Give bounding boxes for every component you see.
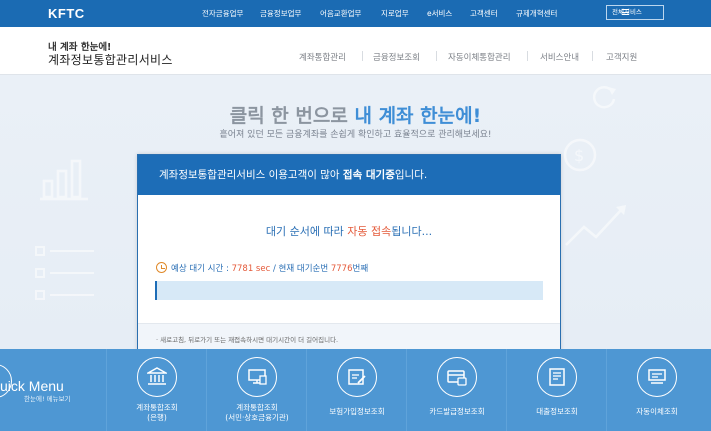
queue-order-prefix: 대기 순서에 따라	[265, 225, 348, 238]
quick-item-label: 자동이체조회	[607, 407, 707, 417]
nav-customer-support[interactable]: 고객지원	[606, 51, 637, 63]
topnav-e-service[interactable]: e서비스	[427, 8, 452, 19]
queue-label: / 현재 대기순번	[270, 264, 331, 274]
auto-connect-text: 자동 접속	[347, 225, 392, 238]
quick-item-line2: (서민·상호금융기관)	[225, 413, 289, 422]
coin-illustration-icon: $	[563, 138, 597, 172]
quick-item-auto-transfer[interactable]: 자동이체조회	[606, 349, 706, 431]
dialog-header-prefix: 계좌정보통합관리서비스 이용고객이 많아	[159, 169, 343, 181]
quick-item-insurance[interactable]: 보험가입정보조회	[306, 349, 406, 431]
nav-financial-info-lookup[interactable]: 금융정보조회	[373, 51, 420, 63]
topnav-financial-info[interactable]: 금융정보업무	[260, 8, 301, 19]
site-header: 내 계좌 한눈에! 계좌정보통합관리서비스 계좌통합관리 금융정보조회 자동이체…	[0, 27, 711, 75]
quick-item-label: 계좌통합조회 (은행)	[107, 403, 207, 423]
nav-account-management[interactable]: 계좌통합관리	[299, 51, 346, 63]
dialog-header-status: 접속 대기중	[342, 169, 395, 181]
quick-item-line1: 카드발급정보조회	[429, 407, 485, 416]
quick-item-line1: 계좌통합조회	[236, 403, 278, 412]
nav-service-guide[interactable]: 서비스안내	[540, 51, 579, 63]
quick-menu-title: uick Menu	[0, 378, 64, 394]
quick-item-line1: 계좌통합조회	[136, 403, 178, 412]
auto-transfer-icon	[637, 357, 677, 397]
nav-auto-transfer-management[interactable]: 자동이체통합관리	[448, 51, 511, 63]
hero-subtitle: 흩어져 있던 모든 금융계좌를 손쉽게 확인하고 효율적으로 관리해보세요!	[219, 130, 492, 140]
topnav-giro[interactable]: 지로업무	[381, 8, 409, 19]
loan-document-icon	[537, 357, 577, 397]
quick-item-card[interactable]: 카드발급정보조회	[406, 349, 506, 431]
wait-time-value: 7781 sec	[231, 264, 271, 274]
insurance-icon	[337, 357, 377, 397]
nav-divider	[362, 51, 363, 61]
hero-title-prefix: 클릭 한 번으로	[229, 105, 355, 127]
bank-icon	[137, 357, 177, 397]
quick-item-label: 카드발급정보조회	[407, 407, 507, 417]
nav-divider	[436, 51, 437, 61]
waiting-queue-dialog: 계좌정보통합관리서비스 이용고객이 많아 접속 대기중입니다. 대기 순서에 따…	[137, 154, 561, 356]
quick-item-line1: 보험가입정보조회	[329, 407, 385, 416]
queue-suffix: 번째	[352, 264, 369, 274]
quick-item-loan[interactable]: 대출정보조회	[506, 349, 606, 431]
queue-progress-fill	[155, 281, 157, 300]
growth-chart-illustration-icon	[565, 205, 626, 246]
wait-time-label: 예상 대기 시간 :	[171, 264, 232, 274]
quick-item-line2: (은행)	[147, 413, 167, 422]
quick-item-bank-account[interactable]: 계좌통합조회 (은행)	[106, 349, 206, 431]
svg-text:$: $	[574, 146, 584, 165]
queue-order-suffix: 됩니다...	[391, 225, 433, 238]
brand-title[interactable]: 계좌정보통합관리서비스	[48, 51, 173, 68]
clock-icon	[156, 262, 167, 273]
quick-menu-subtitle: 한눈에! 메뉴보기	[24, 395, 71, 403]
menu-icon	[622, 9, 629, 15]
topnav-regulatory-reform[interactable]: 규제개혁센터	[516, 8, 557, 19]
dialog-header-suffix: 입니다.	[394, 169, 428, 181]
queue-progress-bar	[155, 281, 543, 300]
top-bar: KFTC 전자금융업무 금융정보업무 어음교환업무 지로업무 e서비스 고객센터…	[0, 0, 711, 27]
quick-item-label: 계좌통합조회 (서민·상호금융기관)	[207, 403, 307, 423]
topnav-bill-exchange[interactable]: 어음교환업무	[320, 8, 361, 19]
computer-icon	[237, 357, 277, 397]
dialog-header: 계좌정보통합관리서비스 이용고객이 많아 접속 대기중입니다.	[138, 155, 560, 195]
list-illustration-icon	[35, 246, 94, 300]
reconnect-warning: · 새로고침, 뒤로가기 또는 재접속하시면 대기시간이 더 길어집니다.	[156, 336, 339, 344]
topnav-customer-center[interactable]: 고객센터	[470, 8, 498, 19]
quick-item-savings-account[interactable]: 계좌통합조회 (서민·상호금융기관)	[206, 349, 306, 431]
queue-number: 7776	[330, 264, 353, 274]
wait-info: 예상 대기 시간 : 7781 sec / 현재 대기순번 7776번째	[171, 262, 368, 274]
refresh-illustration-icon	[592, 86, 616, 109]
nav-divider	[592, 51, 593, 61]
bar-chart-illustration-icon	[40, 159, 88, 201]
nav-divider	[527, 51, 528, 61]
card-icon	[437, 357, 477, 397]
quick-item-line1: 자동이체조회	[636, 407, 678, 416]
quick-item-line1: 대출정보조회	[536, 407, 578, 416]
all-services-button[interactable]: 전체서비스	[606, 5, 664, 20]
hero-title-highlight: 내 계좌 한눈에!	[354, 105, 482, 127]
quick-item-label: 대출정보조회	[507, 407, 607, 417]
kftc-logo[interactable]: KFTC	[48, 6, 85, 21]
topnav-electronic-finance[interactable]: 전자금융업무	[202, 8, 243, 19]
queue-order-message: 대기 순서에 따라 자동 접속됩니다...	[138, 223, 560, 239]
quick-item-label: 보험가입정보조회	[307, 407, 407, 417]
dialog-body: 대기 순서에 따라 자동 접속됩니다... 예상 대기 시간 : 7781 se…	[138, 195, 560, 323]
